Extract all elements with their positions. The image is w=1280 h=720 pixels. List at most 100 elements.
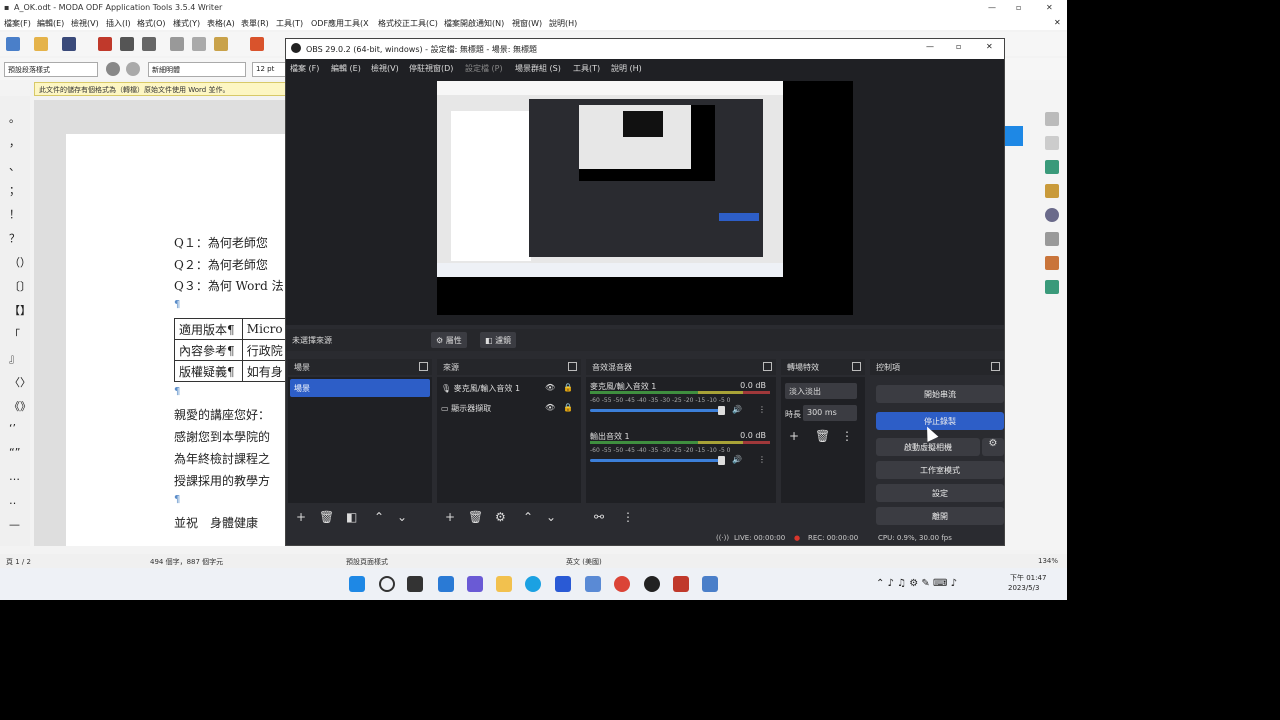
virtual-camera-settings-icon[interactable]: ⚙ bbox=[982, 438, 1004, 456]
task-view-icon[interactable] bbox=[407, 576, 423, 592]
stop-recording-button[interactable]: 停止錄製 bbox=[876, 412, 1004, 430]
filter-icon[interactable]: ◧ bbox=[346, 510, 357, 524]
menu-form[interactable]: 表單(R) bbox=[241, 18, 269, 29]
file-explorer-icon[interactable] bbox=[496, 576, 512, 592]
new-style-icon[interactable] bbox=[126, 62, 140, 76]
open-folder-icon[interactable] bbox=[34, 37, 48, 51]
move-down-icon[interactable]: ⌄ bbox=[546, 510, 556, 524]
selected-sidebar-tab[interactable] bbox=[1005, 126, 1023, 146]
network-app-icon[interactable] bbox=[585, 576, 601, 592]
lock-icon[interactable]: 🔒 bbox=[563, 383, 573, 392]
undock-icon[interactable] bbox=[852, 362, 861, 371]
filters-button[interactable]: ◧ 濾鏡 bbox=[480, 332, 517, 348]
save-icon[interactable] bbox=[62, 37, 76, 51]
page-icon[interactable] bbox=[1045, 136, 1059, 150]
volume-slider[interactable] bbox=[590, 409, 722, 412]
source-item[interactable]: ▭ 顯示器擷取 👁 🔒 bbox=[441, 403, 573, 419]
obs-icon[interactable] bbox=[644, 576, 660, 592]
undock-icon[interactable] bbox=[419, 362, 428, 371]
move-up-icon[interactable]: ⌃ bbox=[523, 510, 533, 524]
studio-mode-button[interactable]: 工作室模式 bbox=[876, 461, 1004, 479]
gear-icon[interactable]: ⚙ bbox=[495, 510, 506, 524]
chat-icon[interactable] bbox=[467, 576, 483, 592]
menu-format[interactable]: 格式(O) bbox=[137, 18, 166, 29]
template-icon[interactable] bbox=[1045, 280, 1059, 294]
undock-icon[interactable] bbox=[763, 362, 772, 371]
obs-menu-view[interactable]: 檢視(V) bbox=[371, 63, 399, 74]
start-icon[interactable] bbox=[349, 576, 365, 592]
menu-styles[interactable]: 樣式(Y) bbox=[173, 18, 200, 29]
menu-help[interactable]: 說明(H) bbox=[549, 18, 577, 29]
paste-icon[interactable] bbox=[214, 37, 228, 51]
copy-icon[interactable] bbox=[192, 37, 206, 51]
trash-icon[interactable]: 🗑 bbox=[815, 429, 830, 443]
export-pdf-icon[interactable] bbox=[98, 37, 112, 51]
volume-slider[interactable] bbox=[590, 459, 722, 462]
volume-slider-handle[interactable] bbox=[718, 406, 725, 415]
move-up-icon[interactable]: ⌃ bbox=[374, 510, 384, 524]
transition-select[interactable]: 淡入淡出 bbox=[785, 383, 857, 399]
add-icon[interactable]: + bbox=[296, 510, 306, 524]
menu-insert[interactable]: 插入(I) bbox=[106, 18, 131, 29]
obs-menu-file[interactable]: 檔案 (F) bbox=[290, 63, 319, 74]
close-icon[interactable]: ✕ bbox=[986, 42, 993, 51]
paragraph-style-combo[interactable]: 預設段落樣式 bbox=[4, 62, 98, 77]
more-icon[interactable]: ⋮ bbox=[758, 455, 766, 464]
speaker-icon[interactable]: 🔊 bbox=[732, 455, 742, 464]
add-icon[interactable]: + bbox=[445, 510, 455, 524]
source-item[interactable]: 🎙 麥克風/輸入音效 1 👁 🔒 bbox=[441, 383, 573, 399]
table-cell[interactable]: Micro bbox=[241, 318, 291, 340]
minimize-icon[interactable]: — bbox=[988, 3, 996, 12]
table-cell[interactable]: 版權疑義¶ bbox=[174, 360, 243, 382]
edge-icon[interactable] bbox=[525, 576, 541, 592]
more-icon[interactable]: ⋮ bbox=[841, 429, 853, 443]
lock-icon[interactable]: 🔒 bbox=[563, 403, 573, 412]
settings-button[interactable]: 設定 bbox=[876, 484, 1004, 502]
design-icon[interactable] bbox=[1045, 256, 1059, 270]
menu-view[interactable]: 檢視(V) bbox=[71, 18, 99, 29]
menu-odf-tools[interactable]: ODF應用工具(X bbox=[311, 18, 369, 29]
writer-taskbar-icon[interactable] bbox=[702, 576, 718, 592]
volume-slider-handle[interactable] bbox=[718, 456, 725, 465]
undock-icon[interactable] bbox=[568, 362, 577, 371]
advanced-audio-icon[interactable]: ⚯ bbox=[594, 510, 604, 524]
menu-table[interactable]: 表格(A) bbox=[207, 18, 235, 29]
acrobat-icon[interactable] bbox=[673, 576, 689, 592]
clock-date[interactable]: 2023/5/3 bbox=[1008, 584, 1039, 592]
clone-formatting-icon[interactable] bbox=[250, 37, 264, 51]
font-size-combo[interactable]: 12 pt bbox=[252, 62, 286, 77]
move-down-icon[interactable]: ⌄ bbox=[397, 510, 407, 524]
widgets-icon[interactable] bbox=[438, 576, 454, 592]
duration-spinbox[interactable]: 300 ms bbox=[803, 405, 857, 421]
close-icon[interactable]: ✕ bbox=[1046, 3, 1053, 12]
obs-menu-docks[interactable]: 停駐視窗(D) bbox=[409, 63, 453, 74]
table-cell[interactable]: 適用版本¶ bbox=[174, 318, 243, 340]
search-icon[interactable] bbox=[379, 576, 395, 592]
close-doc-icon[interactable]: ✕ bbox=[1054, 18, 1061, 27]
properties-icon[interactable] bbox=[1045, 112, 1059, 126]
eye-icon[interactable]: 👁 bbox=[545, 403, 555, 412]
manage-changes-icon[interactable] bbox=[1045, 232, 1059, 246]
new-doc-icon[interactable] bbox=[6, 37, 20, 51]
obs-menu-edit[interactable]: 編輯 (E) bbox=[331, 63, 361, 74]
speaker-icon[interactable]: 🔊 bbox=[732, 405, 742, 414]
menu-file[interactable]: 檔案(F) bbox=[4, 18, 31, 29]
table-cell[interactable]: 行政院 bbox=[241, 339, 291, 361]
menu-edit[interactable]: 編輯(E) bbox=[37, 18, 64, 29]
cut-icon[interactable] bbox=[170, 37, 184, 51]
chrome-icon[interactable] bbox=[614, 576, 630, 592]
print-preview-icon[interactable] bbox=[142, 37, 156, 51]
eye-icon[interactable]: 👁 bbox=[545, 383, 555, 392]
table-cell[interactable]: 內容參考¶ bbox=[174, 339, 243, 361]
menu-tools[interactable]: 工具(T) bbox=[276, 18, 303, 29]
minimize-icon[interactable]: — bbox=[926, 42, 934, 51]
gallery-icon[interactable] bbox=[1045, 184, 1059, 198]
trash-icon[interactable]: 🗑 bbox=[468, 510, 483, 524]
maximize-icon[interactable]: ▫ bbox=[956, 42, 961, 51]
exit-button[interactable]: 離開 bbox=[876, 507, 1004, 525]
menu-file-notify[interactable]: 檔案開啟通知(N) bbox=[444, 18, 504, 29]
obs-menu-tools[interactable]: 工具(T) bbox=[573, 63, 600, 74]
add-icon[interactable]: + bbox=[789, 429, 799, 443]
more-icon[interactable]: ⋮ bbox=[758, 405, 766, 414]
trash-icon[interactable]: 🗑 bbox=[319, 510, 334, 524]
